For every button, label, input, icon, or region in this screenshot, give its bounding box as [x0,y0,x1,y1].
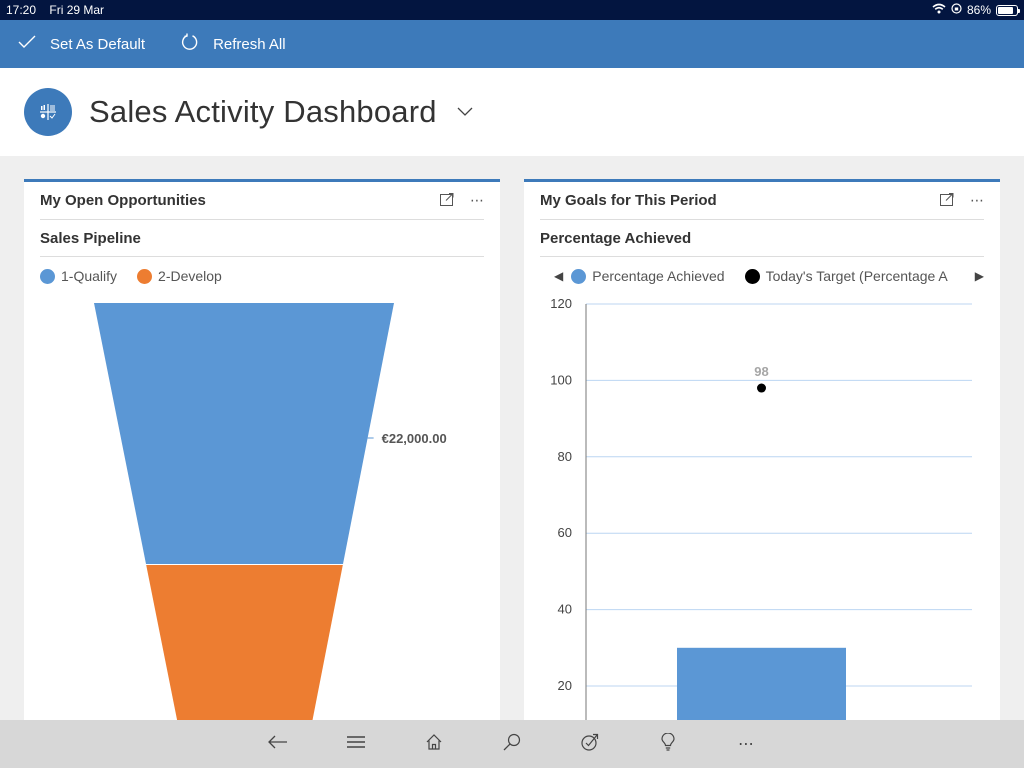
legend-item-todays-target[interactable]: Today's Target (Percentage A [744,268,948,284]
home-button[interactable] [395,720,473,768]
funnel-chart: €22,000.00 [94,303,447,728]
my-goals-card: My Goals for This Period ⋯ Percentage Ac… [524,179,1000,739]
y-tick-label: 120 [550,298,572,311]
status-time: 17:20 [6,3,37,17]
menu-button[interactable] [317,720,395,768]
more-button[interactable]: ⋯ [707,720,785,768]
more-icon: ⋯ [738,736,754,753]
task-flow-icon [581,733,599,756]
chart-title: Sales Pipeline [40,220,484,257]
legend-label: 2-Develop [158,268,222,284]
battery-icon [996,4,1020,16]
command-bar: Set As Default Refresh All [0,20,1024,68]
y-tick-label: 100 [550,372,572,387]
card-title: My Goals for This Period [540,192,717,209]
status-date: Fri 29 Mar [49,3,105,17]
goals-bar-chart: 20 40 60 80 100 120 98 [550,298,972,739]
battery-percent: 86% [966,3,991,17]
my-open-opportunities-card: My Open Opportunities ⋯ Sales Pipeline 1… [24,179,500,739]
bottom-nav-bar: ⋯ [0,720,1024,768]
checkmark-icon [16,34,38,54]
set-as-default-button[interactable]: Set As Default [16,34,145,54]
more-options-icon[interactable]: ⋯ [470,192,484,209]
dashboard-selector-chevron-down-icon[interactable] [455,102,475,122]
dashboard-icon [24,88,72,136]
funnel-segment-qualify[interactable] [94,303,394,564]
target-data-label: 98 [754,364,768,379]
orientation-lock-icon [951,3,962,17]
legend-label: Today's Target (Percentage A [765,268,948,284]
legend-item-percentage-achieved[interactable]: Percentage Achieved [571,268,725,284]
lightbulb-button[interactable] [629,720,707,768]
legend-prev-arrow-icon[interactable]: ◀ [554,269,563,283]
expand-icon[interactable] [940,192,954,209]
legend-item-develop[interactable]: 2-Develop [137,268,222,284]
home-icon [426,733,442,755]
y-tick-label: 60 [558,525,572,540]
funnel-data-label: €22,000.00 [382,431,447,446]
refresh-all-label: Refresh All [213,35,286,53]
point-todays-target[interactable] [757,383,766,393]
page-header: Sales Activity Dashboard [0,68,1024,156]
y-tick-label: 80 [558,449,572,464]
page-title: Sales Activity Dashboard [89,94,437,129]
expand-icon[interactable] [440,192,454,209]
funnel-segment-develop[interactable] [146,565,343,728]
card-title: My Open Opportunities [40,192,206,209]
status-bar: 17:20 Fri 29 Mar 86% [0,0,1024,20]
y-tick-label: 40 [558,602,572,617]
funnel-legend: 1-Qualify 2-Develop [40,257,484,295]
refresh-all-button[interactable]: Refresh All [179,33,286,56]
legend-dot [744,268,760,284]
back-icon [268,735,288,754]
y-tick-label: 20 [558,678,572,693]
set-as-default-label: Set As Default [50,35,146,53]
legend-next-arrow-icon[interactable]: ▶ [975,269,984,283]
more-options-icon[interactable]: ⋯ [970,192,984,209]
legend-dot [137,268,153,284]
lightbulb-icon [661,731,675,756]
chart-title: Percentage Achieved [540,220,984,257]
search-button[interactable] [473,720,551,768]
goals-legend: ◀ Percentage Achieved Today's Target (Pe… [554,257,984,295]
legend-label: Percentage Achieved [592,268,725,284]
legend-dot [40,268,55,284]
search-icon [503,733,521,756]
task-flow-button[interactable] [551,720,629,768]
legend-label: 1-Qualify [61,268,118,284]
refresh-icon [179,33,201,56]
legend-item-qualify[interactable]: 1-Qualify [40,268,117,284]
back-button[interactable] [239,720,317,768]
legend-dot [571,268,587,284]
wifi-icon [932,3,946,17]
menu-icon [347,735,365,753]
